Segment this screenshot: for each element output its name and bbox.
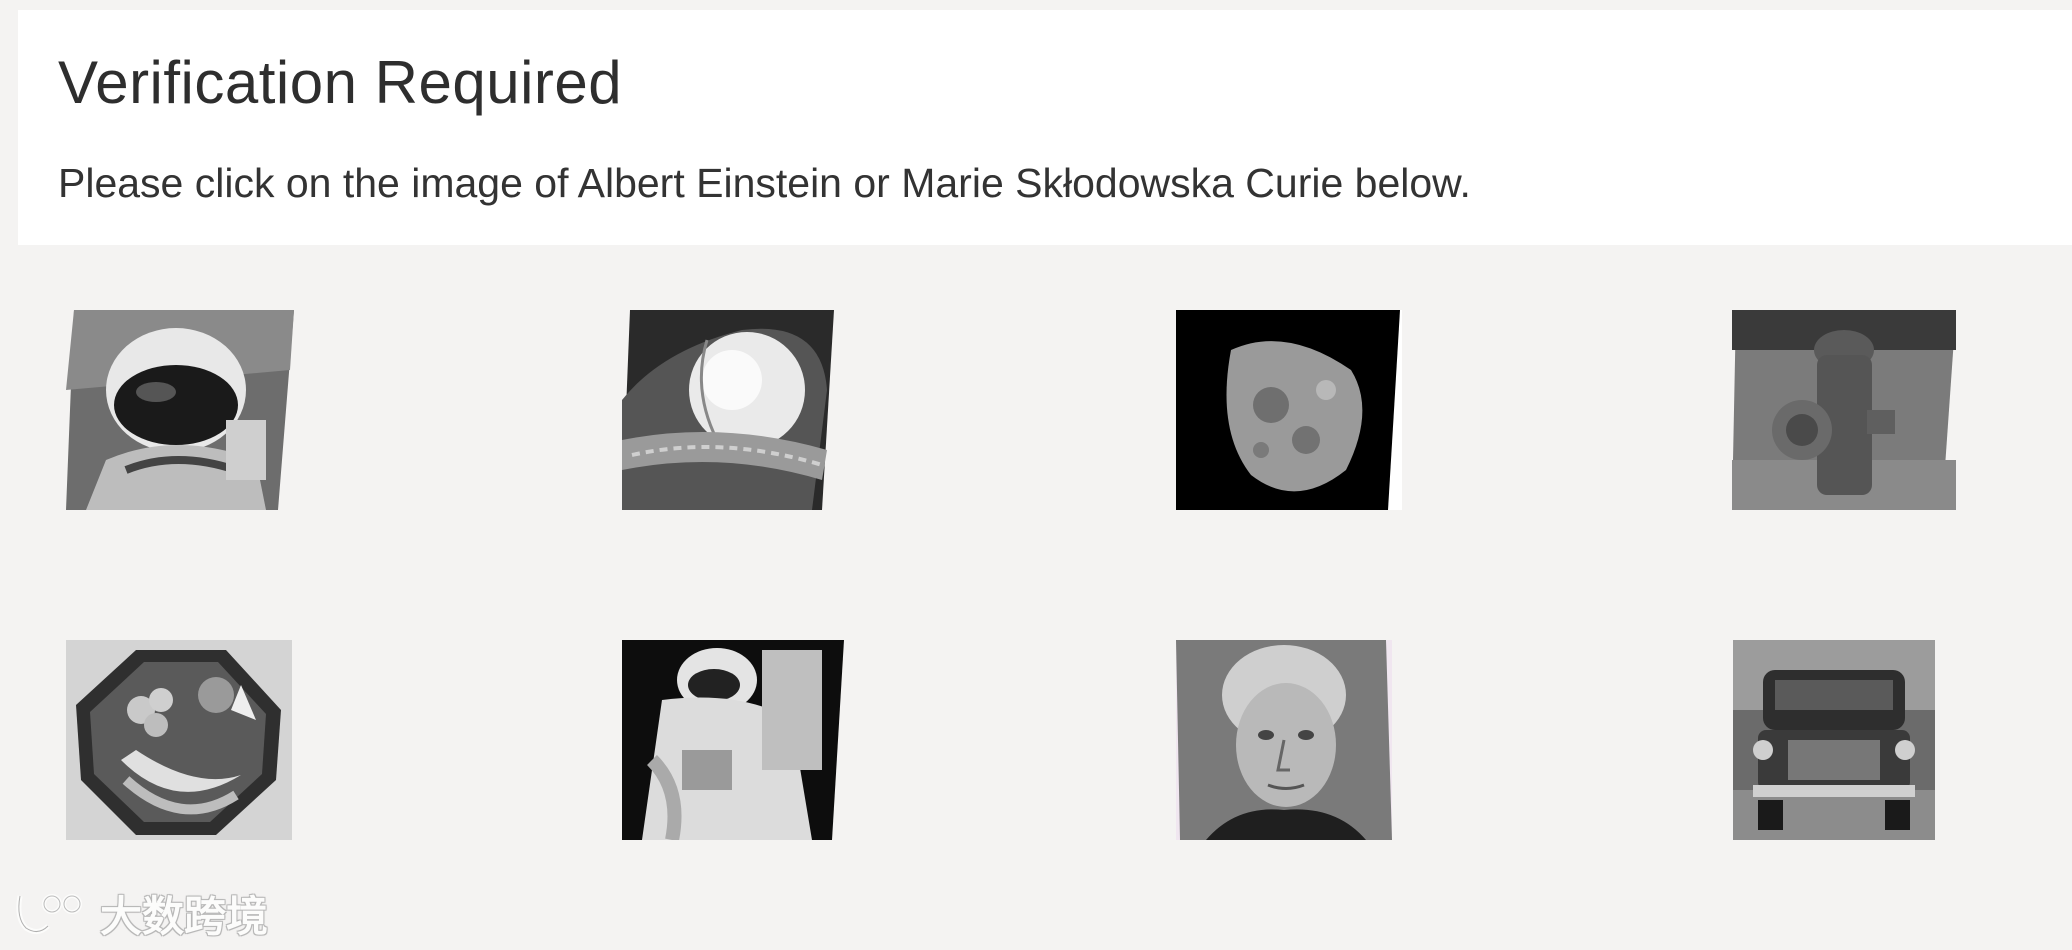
page-title: Verification Required (58, 49, 623, 116)
astronaut-helmet-image (66, 310, 294, 510)
fruit-plate-image (66, 640, 292, 840)
image-tile-astronaut-helmet[interactable] (66, 310, 294, 510)
truck-image (1733, 640, 1935, 840)
image-tile-truck[interactable] (1733, 640, 1935, 840)
image-tile-marie-curie[interactable] (1176, 640, 1392, 840)
watermark-text: 大数跨境 (100, 891, 269, 941)
image-tile-astronaut-spacewalk[interactable] (622, 640, 844, 840)
watermark-logo-icon (16, 894, 82, 934)
image-tile-baseball-glove[interactable] (622, 310, 834, 510)
fire-hydrant-image (1732, 310, 1956, 510)
challenge-panel: Verification Required Please click on th… (18, 10, 2072, 245)
moon-image (1176, 310, 1400, 510)
image-tile-moon[interactable] (1176, 310, 1402, 510)
image-tile-fruit-plate[interactable] (66, 640, 292, 840)
baseball-glove-image (622, 310, 834, 510)
watermark: 大数跨境 (12, 888, 268, 941)
astronaut-spacewalk-image (622, 640, 844, 840)
image-tile-fire-hydrant[interactable] (1732, 310, 1956, 510)
marie-curie-image (1176, 640, 1392, 840)
challenge-instructions: Please click on the image of Albert Eins… (58, 160, 1471, 206)
